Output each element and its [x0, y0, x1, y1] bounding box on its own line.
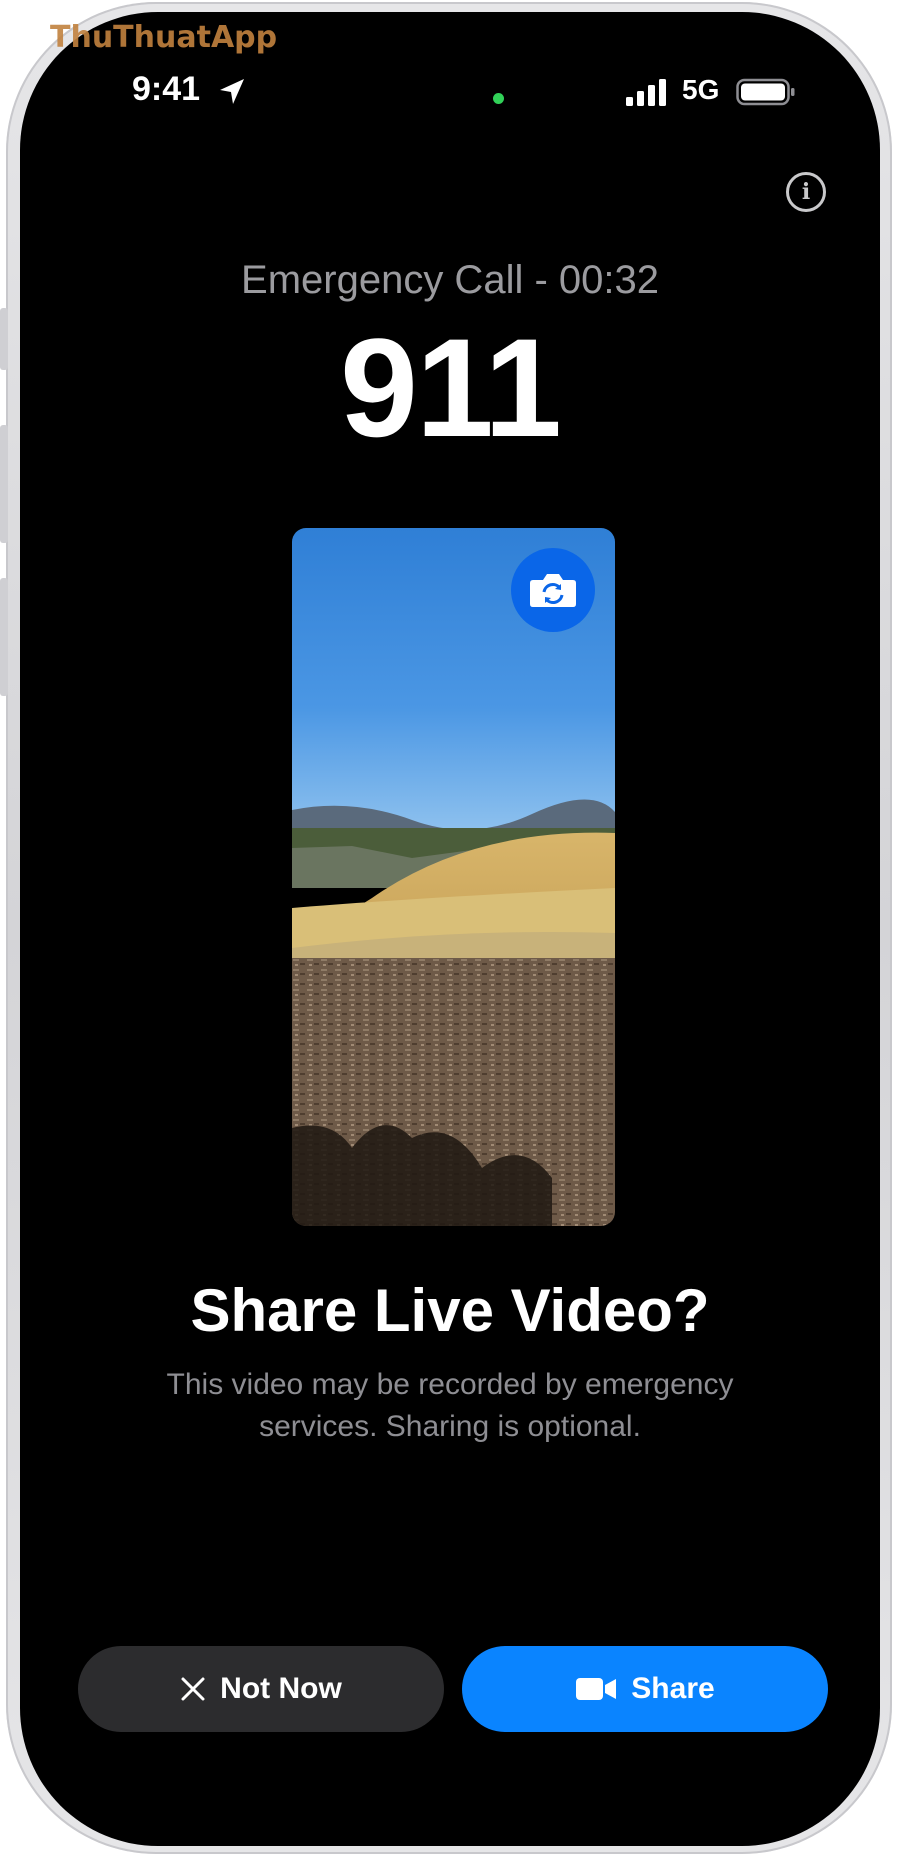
page: ThuThuatApp 9:41 5G i Emergency Call - 0…	[0, 0, 900, 1858]
watermark: ThuThuatApp	[50, 20, 278, 55]
not-now-button[interactable]: Not Now	[78, 1646, 444, 1732]
info-button[interactable]: i	[786, 172, 826, 212]
not-now-label: Not Now	[220, 1672, 342, 1705]
prompt-description: This video may be recorded by emergency …	[166, 1368, 734, 1443]
network-type: 5G	[682, 74, 720, 105]
video-camera-icon	[576, 1678, 617, 1700]
flip-camera-button[interactable]	[511, 548, 595, 632]
share-label: Share	[631, 1672, 715, 1705]
share-button[interactable]: Share	[462, 1646, 828, 1732]
privacy-indicator-dot	[493, 93, 504, 104]
side-button	[0, 578, 8, 696]
close-x-icon	[181, 1677, 205, 1701]
battery-icon	[736, 78, 795, 106]
info-icon: i	[801, 179, 811, 205]
cellular-signal-icon	[626, 79, 666, 106]
call-status: Emergency Call - 00:32	[241, 258, 659, 302]
location-arrow-icon	[220, 79, 244, 104]
live-video-preview	[292, 528, 615, 1226]
flip-camera-icon	[530, 574, 576, 607]
status-time: 9:41	[132, 70, 201, 108]
camera-feed-image	[292, 528, 615, 1226]
call-number: 911	[340, 309, 562, 466]
prompt-title: Share Live Video?	[190, 1277, 710, 1344]
